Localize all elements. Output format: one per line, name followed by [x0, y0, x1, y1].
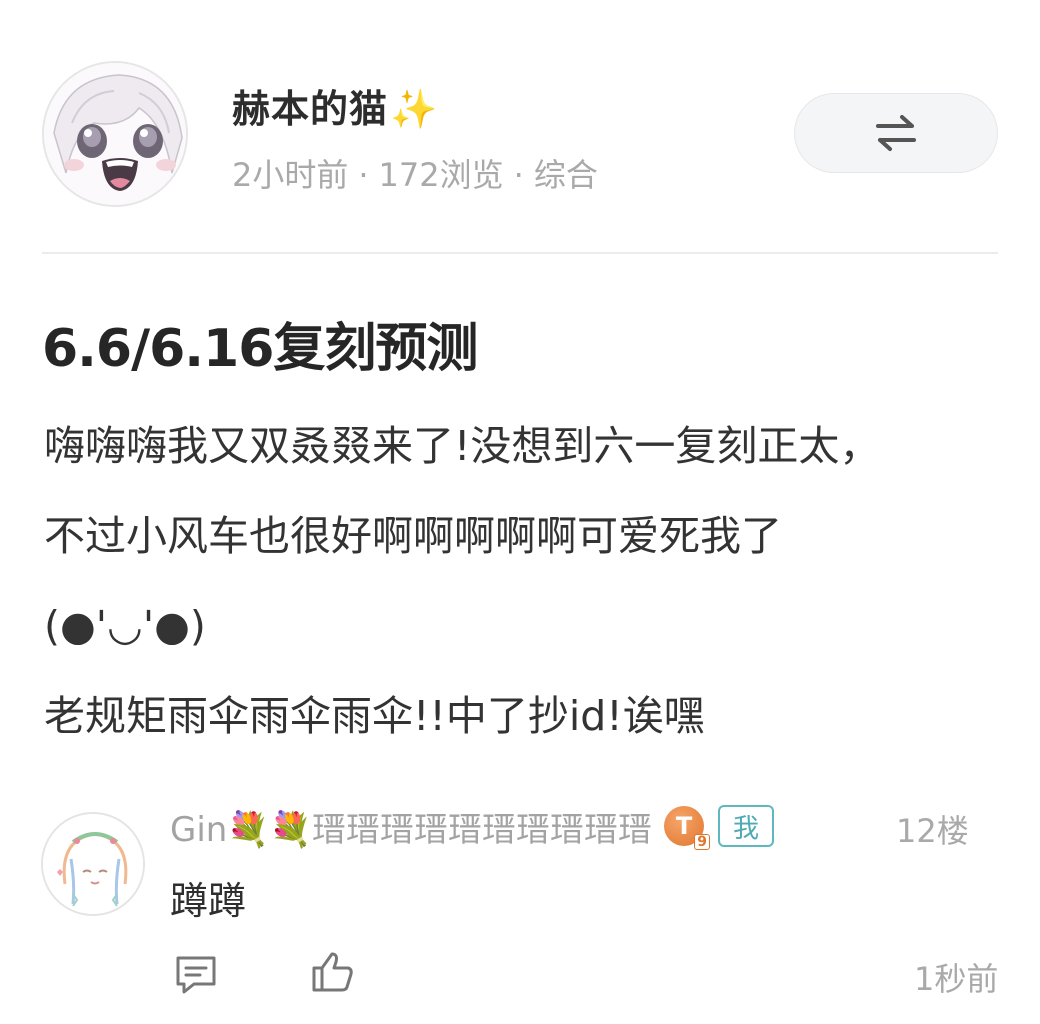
- post-category: 综合: [533, 156, 598, 194]
- pastel-girl-avatar-image: [43, 814, 143, 914]
- post-body-line: (●'◡'●): [44, 602, 206, 650]
- swap-arrows-icon: [876, 115, 916, 151]
- comment-text: 蹲蹲: [170, 879, 247, 923]
- header-divider: [42, 252, 998, 254]
- post-meta: 2小时前 · 172浏览 · 综合: [232, 150, 598, 196]
- commenter-name[interactable]: Gin💐💐瑨瑨瑨瑨瑨瑨瑨瑨瑨瑨: [170, 802, 652, 851]
- post-title: 6.6/6.16复刻预测: [42, 319, 478, 379]
- author-name-text: 赫本的猫: [232, 87, 389, 131]
- post-body: 嗨嗨嗨我又双叒叕来了!没想到六一复刻正太， 不过小风车也很好啊啊啊啊啊可爱死我了…: [44, 416, 1004, 776]
- comment-time: 1秒前: [914, 960, 999, 998]
- sparkle-icon: ✨: [390, 87, 439, 131]
- reply-bubble-icon: [176, 956, 216, 994]
- comment-header: Gin💐💐瑨瑨瑨瑨瑨瑨瑨瑨瑨瑨 T 9 我: [170, 800, 775, 852]
- anime-girl-avatar-image: [44, 63, 186, 205]
- like-button[interactable]: [308, 948, 356, 996]
- author-avatar[interactable]: [42, 61, 188, 207]
- level-number: 9: [694, 834, 711, 850]
- post-body-line: 嗨嗨嗨我又双叒叕来了!没想到六一复刻正太，: [44, 422, 881, 470]
- me-badge: 我: [718, 805, 775, 847]
- comment-floor: 12楼: [896, 812, 969, 850]
- post-body-line: 不过小风车也很好啊啊啊啊啊可爱死我了: [44, 512, 782, 560]
- post-detail-page: 赫本的猫✨ 2小时前 · 172浏览 · 综合 6.6/6.16复刻预测 嗨嗨嗨我又双叒…: [0, 0, 1040, 1024]
- post-body-line: 老规矩雨伞雨伞雨伞!!中了抄id!诶嘿: [44, 692, 705, 740]
- swap-button[interactable]: [794, 93, 998, 173]
- thumbs-up-icon: [312, 952, 353, 992]
- author-name[interactable]: 赫本的猫✨: [232, 78, 438, 133]
- commenter-avatar[interactable]: [41, 812, 145, 916]
- meta-separator: ·: [358, 156, 369, 194]
- post-time: 2小时前: [232, 156, 349, 194]
- level-letter: T: [675, 812, 693, 840]
- level-badge-icon: T 9: [664, 806, 711, 850]
- post-views: 172浏览: [378, 156, 504, 194]
- reply-button[interactable]: [172, 950, 220, 998]
- meta-separator: ·: [513, 156, 524, 194]
